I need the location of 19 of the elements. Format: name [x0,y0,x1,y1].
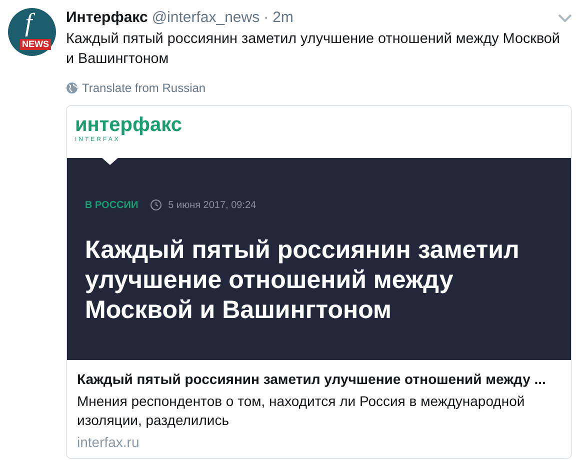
card-domain: interfax.ru [77,433,140,452]
translate-link[interactable]: Translate from Russian [82,81,206,95]
card-title[interactable]: Каждый пятый россиянин заметил улучшение отношений между ... [77,370,561,389]
article-date: 5 июня 2017, 09:24 [168,200,256,210]
article-headline: Каждый пятый россиянин заметил улучшение отношений между Москвой и Вашингтоном [85,235,520,325]
author-name[interactable]: Интерфакс [66,8,148,28]
globe-icon [66,82,78,94]
tweet-text: Каждый пятый россиянин заметил улучшение отношений между Москвой и Вашингтоном [66,30,561,69]
avatar[interactable]: f NEWS [8,8,56,56]
author-handle[interactable]: @interfax_news [152,8,260,28]
logo-text: интерфакс [75,114,182,136]
category-label: В РОССИИ [85,200,138,210]
notch-icon [101,157,119,165]
link-card[interactable] [66,105,572,459]
tweet-time[interactable]: 2m [272,8,294,28]
clock-icon [150,199,162,211]
card-description: Мнения респондентов о том, находится ли Россия в международной изоляции, разделились [77,392,526,430]
separator-dot: · [264,8,269,28]
avatar-badge: NEWS [20,39,51,50]
